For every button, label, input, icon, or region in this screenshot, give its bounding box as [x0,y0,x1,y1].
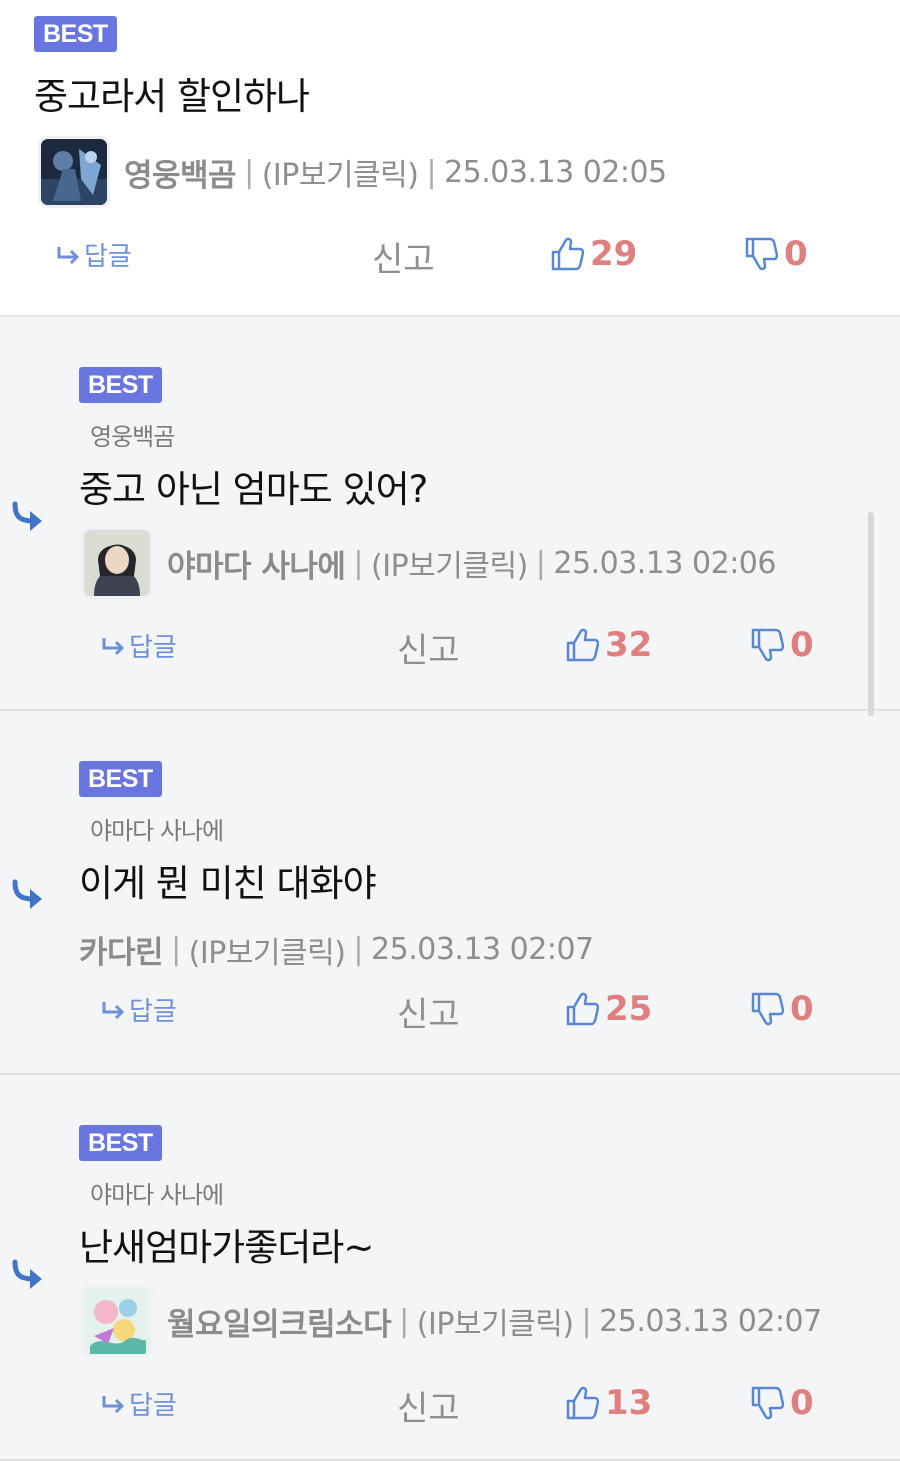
best-badge: BEST [79,761,162,797]
avatar[interactable] [81,527,153,599]
separator: | [353,932,364,967]
separator: | [171,932,181,967]
like-button[interactable]: 29 [550,234,637,274]
reply-arrow-icon [102,1001,125,1019]
timestamp: 25.03.13 02:06 [553,545,776,581]
mention-target[interactable]: 야마다 사나에 [90,1175,224,1210]
separator: | [581,1303,592,1339]
comment-actions: 답글 신고 25 0 [0,987,900,1037]
reply-comment-item: BEST 영웅백곰 중고 아닌 엄마도 있어? 야마다 사나에 | (IP보기클… [0,317,900,711]
separator: | [244,154,254,190]
comment-actions: 답글 신고 29 0 [0,232,900,282]
ip-link[interactable]: (IP보기클릭) [189,928,346,972]
nested-reply-arrow-icon [12,501,42,531]
reply-arrow-icon [102,637,125,655]
reply-label: 답글 [129,633,177,663]
dislike-button[interactable]: 0 [750,1383,814,1423]
scrollbar[interactable] [868,512,874,716]
dislike-button[interactable]: 0 [750,989,814,1029]
comment-actions: 답글 신고 13 0 [0,1381,900,1431]
dislike-button[interactable]: 0 [744,234,808,274]
like-count: 13 [605,1383,653,1423]
best-badge: BEST [34,16,117,52]
reply-button[interactable]: 답글 [101,627,177,664]
comment-meta: 월요일의크림소다 | (IP보기클릭) | 25.03.13 02:07 [81,1285,822,1357]
author-name[interactable]: 야마다 사나에 [167,541,346,586]
thumbs-up-icon [566,628,599,662]
like-count: 25 [605,989,653,1029]
ip-link[interactable]: (IP보기클릭) [262,150,419,194]
report-button[interactable]: 신고 [397,1381,460,1430]
dislike-button[interactable]: 0 [750,625,814,665]
ip-link[interactable]: (IP보기클릭) [417,1299,574,1343]
reply-arrow-icon [102,1395,125,1413]
dislike-count: 0 [790,625,814,665]
nested-reply-arrow-icon [12,1259,42,1289]
reply-label: 답글 [84,242,132,272]
comment-text: 난새엄마가좋더라~ [79,1226,374,1269]
like-button[interactable]: 13 [565,1383,652,1423]
comment-text: 중고라서 할인하나 [34,75,310,118]
author-name[interactable]: 월요일의크림소다 [167,1299,392,1344]
like-button[interactable]: 32 [565,625,652,665]
comment-item: BEST 중고라서 할인하나 영웅백곰 | (IP보기클릭) | 25.03.1… [0,0,900,317]
dislike-count: 0 [790,1383,814,1423]
separator: | [426,154,437,190]
author-name[interactable]: 카다린 [79,927,164,972]
comment-text: 이게 뭔 미친 대화야 [79,862,377,905]
reply-label: 답글 [129,1391,177,1421]
avatar[interactable] [81,1285,153,1357]
reply-arrow-icon [57,246,80,264]
comment-text: 중고 아닌 엄마도 있어? [79,468,428,511]
separator: | [535,545,546,581]
like-count: 32 [605,625,653,665]
timestamp: 25.03.13 02:07 [371,932,594,967]
author-name[interactable]: 영웅백곰 [124,150,237,195]
comment-actions: 답글 신고 32 0 [0,623,900,673]
like-button[interactable]: 25 [565,989,652,1029]
report-button[interactable]: 신고 [397,623,460,672]
like-count: 29 [590,234,638,274]
reply-comment-item: BEST 야마다 사나에 난새엄마가좋더라~ 월요일의크림소다 | (IP보기클… [0,1075,900,1461]
report-button[interactable]: 신고 [397,987,460,1036]
comment-meta: 영웅백곰 | (IP보기클릭) | 25.03.13 02:05 [38,136,667,208]
thumbs-down-icon [745,237,778,271]
separator: | [353,545,364,581]
nested-reply-arrow-icon [12,879,42,909]
separator: | [399,1303,409,1339]
thumbs-up-icon [566,992,599,1026]
avatar[interactable] [38,136,110,208]
reply-comment-item: BEST 야마다 사나에 이게 뭔 미친 대화야 카다린 | (IP보기클릭) … [0,711,900,1075]
thumbs-down-icon [751,1386,784,1420]
best-badge: BEST [79,367,162,403]
best-badge: BEST [79,1125,162,1161]
dislike-count: 0 [784,234,808,274]
comment-meta: 카다린 | (IP보기클릭) | 25.03.13 02:07 [79,927,594,972]
mention-target[interactable]: 영웅백곰 [90,417,175,452]
reply-button[interactable]: 답글 [101,991,177,1028]
thumbs-down-icon [751,992,784,1026]
timestamp: 25.03.13 02:05 [444,154,667,190]
reply-button[interactable]: 답글 [56,236,132,273]
ip-link[interactable]: (IP보기클릭) [371,541,528,585]
dislike-count: 0 [790,989,814,1029]
reply-label: 답글 [129,997,177,1027]
report-button[interactable]: 신고 [372,232,435,281]
mention-target[interactable]: 야마다 사나에 [90,811,224,846]
comment-meta: 야마다 사나에 | (IP보기클릭) | 25.03.13 02:06 [81,527,776,599]
reply-button[interactable]: 답글 [101,1385,177,1422]
timestamp: 25.03.13 02:07 [599,1303,822,1339]
thumbs-down-icon [751,628,784,662]
thumbs-up-icon [566,1386,599,1420]
thumbs-up-icon [551,237,584,271]
